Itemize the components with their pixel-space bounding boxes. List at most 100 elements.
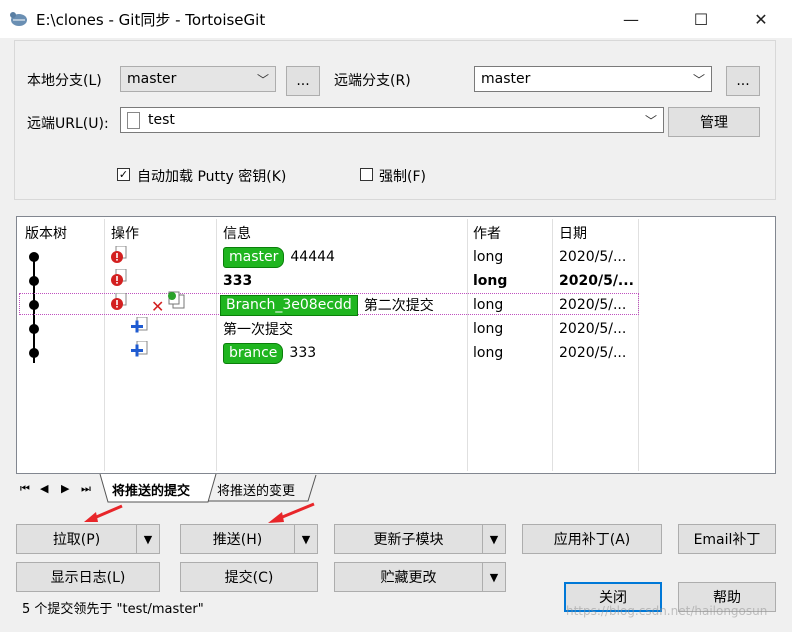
update-submodules-label[interactable]: 更新子模块 bbox=[335, 525, 482, 553]
maximize-icon: ☐ bbox=[693, 9, 709, 29]
maximize-button[interactable]: ☐ bbox=[678, 0, 724, 38]
first-tab-icon[interactable]: ⏮ bbox=[20, 482, 30, 496]
table-row[interactable]: brance 333 bbox=[223, 341, 316, 365]
local-branch-browse-button[interactable]: ... bbox=[286, 66, 320, 96]
commit-author: long bbox=[473, 345, 504, 361]
remote-branch-label: 远端分支(R) bbox=[334, 73, 411, 89]
commit-author: long bbox=[473, 273, 508, 289]
window-title: E:\clones - Git同步 - TortoiseGit bbox=[36, 11, 266, 29]
commit-message: 第二次提交 bbox=[363, 298, 434, 314]
column-header-actions[interactable]: 操作 bbox=[111, 223, 139, 243]
commit-message: 44444 bbox=[290, 249, 335, 265]
status-text: 5 个提交领先于 "test/master" bbox=[22, 602, 204, 617]
branch-tag: Branch_3e08ecdd bbox=[220, 294, 358, 316]
red-arrow-icon bbox=[84, 504, 123, 522]
document-icon bbox=[127, 111, 140, 129]
error-icon bbox=[111, 245, 127, 268]
column-divider bbox=[638, 219, 639, 471]
column-header-date[interactable]: 日期 bbox=[559, 223, 587, 243]
add-icon bbox=[131, 340, 149, 363]
minimize-button[interactable]: — bbox=[608, 0, 654, 38]
remote-url-label: 远端URL(U): bbox=[27, 116, 109, 132]
error-icon bbox=[111, 292, 127, 315]
branch-tag: brance bbox=[223, 342, 284, 364]
commit-author: long bbox=[473, 297, 504, 313]
email-patch-button[interactable]: Email补丁 bbox=[678, 524, 776, 554]
prev-tab-icon[interactable]: ◀ bbox=[40, 482, 48, 495]
force-checkbox[interactable] bbox=[360, 168, 373, 181]
tortoisegit-app-icon bbox=[9, 9, 29, 29]
checkmark-icon: ✓ bbox=[118, 168, 129, 181]
table-row[interactable]: 333 bbox=[223, 269, 252, 293]
pull-button-label[interactable]: 拉取(P) bbox=[17, 525, 136, 553]
delete-icon: ✕ bbox=[151, 297, 165, 316]
manage-button[interactable]: 管理 bbox=[668, 107, 760, 137]
commit-message: 333 bbox=[223, 273, 253, 289]
chevron-down-icon: ﹀ bbox=[256, 73, 269, 87]
commit-message: 333 bbox=[289, 345, 317, 361]
show-log-button[interactable]: 显示日志(L) bbox=[16, 562, 160, 592]
local-branch-select[interactable]: master ﹀ bbox=[120, 66, 276, 92]
column-divider bbox=[552, 219, 553, 471]
close-icon: ✕ bbox=[754, 9, 768, 29]
commit-node bbox=[29, 324, 39, 334]
table-row[interactable]: Branch_3e08ecdd 第二次提交 bbox=[220, 293, 434, 317]
commit-log-list[interactable]: 版本树 操作 信息 作者 日期 master 44444 long 2020/5… bbox=[16, 216, 776, 474]
commit-date: 2020/5/... bbox=[559, 273, 634, 289]
remote-branch-value: master bbox=[481, 71, 531, 87]
column-header-author[interactable]: 作者 bbox=[473, 223, 501, 243]
commit-date: 2020/5/... bbox=[559, 345, 627, 361]
table-row[interactable]: master 44444 bbox=[223, 245, 335, 269]
commit-button[interactable]: 提交(C) bbox=[180, 562, 318, 592]
column-header-graph[interactable]: 版本树 bbox=[25, 223, 67, 243]
stash-button[interactable]: 贮藏更改 ▼ bbox=[334, 562, 506, 592]
chevron-down-icon[interactable]: ▼ bbox=[482, 525, 505, 553]
minimize-icon: — bbox=[623, 9, 639, 29]
error-icon bbox=[111, 268, 127, 291]
chevron-down-icon[interactable]: ▼ bbox=[482, 563, 505, 591]
commit-node bbox=[29, 348, 39, 358]
local-branch-value: master bbox=[127, 71, 177, 87]
last-tab-icon[interactable]: ⏭ bbox=[81, 482, 91, 496]
chevron-down-icon[interactable]: ▼ bbox=[136, 525, 159, 553]
remote-url-select[interactable]: test ﹀ bbox=[120, 107, 664, 133]
chevron-down-icon: ﹀ bbox=[644, 114, 657, 128]
autoload-putty-checkbox[interactable]: ✓ bbox=[117, 168, 130, 181]
apply-patch-button[interactable]: 应用补丁(A) bbox=[522, 524, 662, 554]
chevron-down-icon[interactable]: ▼ bbox=[294, 525, 317, 553]
red-arrow-icon bbox=[268, 502, 315, 523]
add-icon bbox=[131, 316, 149, 339]
column-divider bbox=[104, 219, 105, 471]
commit-node bbox=[29, 276, 39, 286]
stash-button-label[interactable]: 贮藏更改 bbox=[335, 563, 482, 591]
commit-date: 2020/5/... bbox=[559, 321, 627, 337]
remote-branch-browse-button[interactable]: ... bbox=[726, 66, 760, 96]
remote-branch-select[interactable]: master ﹀ bbox=[474, 66, 712, 92]
autoload-putty-label: 自动加载 Putty 密钥(K) bbox=[137, 169, 287, 185]
push-button[interactable]: 推送(H) ▼ bbox=[180, 524, 318, 554]
tab-changes-to-push[interactable]: 将推送的变更 bbox=[217, 480, 295, 499]
commit-author: long bbox=[473, 321, 504, 337]
commit-author: long bbox=[473, 249, 504, 265]
chevron-down-icon: ﹀ bbox=[692, 73, 705, 87]
watermark-text: https://blog.csdn.net/hailongosun bbox=[566, 604, 768, 618]
column-divider bbox=[216, 219, 217, 471]
update-submodules-button[interactable]: 更新子模块 ▼ bbox=[334, 524, 506, 554]
commit-date: 2020/5/... bbox=[559, 249, 627, 265]
commit-node bbox=[29, 252, 39, 262]
next-tab-icon[interactable]: ▶ bbox=[61, 482, 69, 495]
pull-button[interactable]: 拉取(P) ▼ bbox=[16, 524, 160, 554]
copy-icon bbox=[167, 291, 187, 315]
push-button-label[interactable]: 推送(H) bbox=[181, 525, 294, 553]
force-label: 强制(F) bbox=[379, 169, 426, 185]
close-window-button[interactable]: ✕ bbox=[738, 0, 784, 38]
local-branch-label: 本地分支(L) bbox=[27, 73, 102, 89]
branch-tag: master bbox=[223, 246, 285, 268]
column-divider bbox=[467, 219, 468, 471]
tab-commits-to-push[interactable]: 将推送的提交 bbox=[112, 480, 190, 499]
commit-node bbox=[29, 300, 39, 310]
commit-date: 2020/5/... bbox=[559, 297, 627, 313]
column-header-message[interactable]: 信息 bbox=[223, 223, 251, 243]
table-row[interactable]: 第一次提交 bbox=[223, 317, 293, 341]
remote-url-value: test bbox=[148, 112, 175, 128]
